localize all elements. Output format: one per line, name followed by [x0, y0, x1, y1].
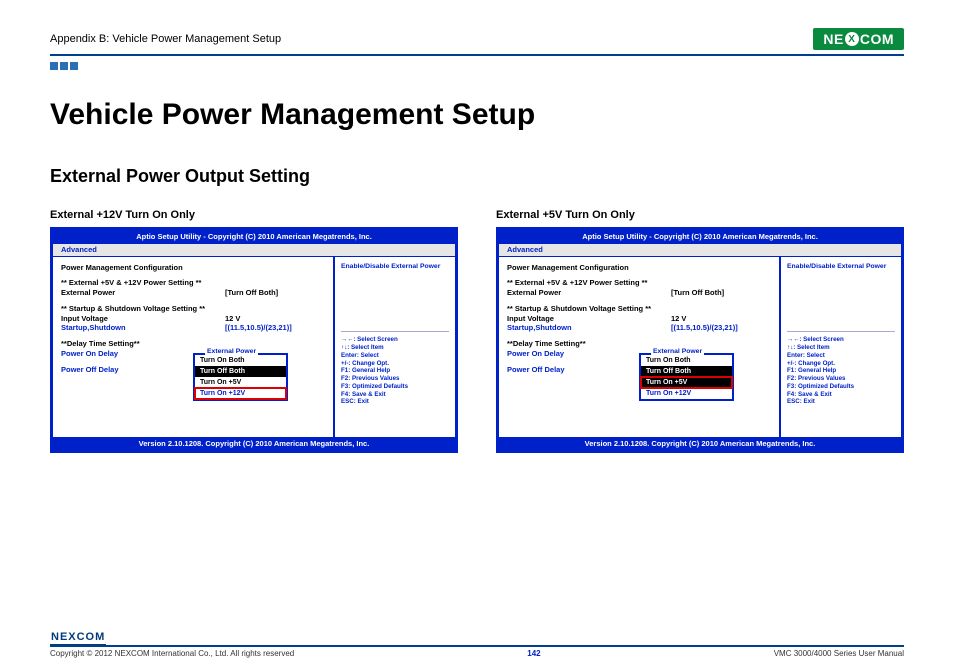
- tab-advanced[interactable]: Advanced: [59, 244, 99, 256]
- section-title: External Power Output Setting: [50, 166, 904, 187]
- panel-right-title: External +5V Turn On Only: [496, 209, 904, 221]
- popup-item-turn-on-12v[interactable]: Turn On +12V: [641, 388, 732, 399]
- input-voltage-value: 12 V: [225, 314, 325, 324]
- help-l7: F3: Optimized Defaults: [787, 383, 895, 391]
- startup-heading: ** Startup & Shutdown Voltage Setting **: [61, 304, 325, 314]
- help-l1: →←: Select Screen: [341, 336, 449, 344]
- bios-header: Aptio Setup Utility - Copyright (C) 2010…: [499, 230, 901, 244]
- startup-shutdown-value[interactable]: [(11.5,10.5)/(23,21)]: [225, 323, 325, 333]
- help-l5: F1: General Help: [787, 367, 895, 375]
- side-help-keys: →←: Select Screen ↑↓: Select Item Enter:…: [787, 331, 895, 406]
- help-l2: ↑↓: Select Item: [787, 344, 895, 352]
- ext-power-heading: ** External +5V & +12V Power Setting **: [507, 278, 771, 288]
- delay-heading: **Delay Time Setting**: [61, 339, 325, 349]
- help-l7: F3: Optimized Defaults: [341, 383, 449, 391]
- help-l1: →←: Select Screen: [787, 336, 895, 344]
- ext-power-heading: ** External +5V & +12V Power Setting **: [61, 278, 325, 288]
- tab-advanced[interactable]: Advanced: [505, 244, 545, 256]
- input-voltage-label: Input Voltage: [507, 314, 671, 324]
- external-power-popup: External Power Turn On Both Turn Off Bot…: [193, 353, 288, 401]
- bios-panel-right: Aptio Setup Utility - Copyright (C) 2010…: [496, 227, 904, 453]
- popup-title: External Power: [205, 348, 258, 357]
- popup-item-turn-on-12v[interactable]: Turn On +12V: [195, 388, 286, 399]
- footer-copyright: Copyright © 2012 NEXCOM International Co…: [50, 649, 294, 658]
- bios-tabbar: Advanced: [499, 244, 901, 257]
- page-title: Vehicle Power Management Setup: [50, 98, 904, 132]
- help-l9: ESC: Exit: [341, 398, 449, 406]
- help-l5: F1: General Help: [341, 367, 449, 375]
- ext-power-label: External Power: [61, 288, 225, 298]
- panel-left-title: External +12V Turn On Only: [50, 209, 458, 221]
- ext-power-label: External Power: [507, 288, 671, 298]
- ext-power-value[interactable]: [Turn Off Both]: [671, 288, 771, 298]
- input-voltage-value: 12 V: [671, 314, 771, 324]
- ext-power-value[interactable]: [Turn Off Both]: [225, 288, 325, 298]
- bios-panel-left: Aptio Setup Utility - Copyright (C) 2010…: [50, 227, 458, 453]
- help-l3: Enter: Select: [787, 352, 895, 360]
- help-l8: F4: Save & Exit: [787, 391, 895, 399]
- popup-title: External Power: [651, 348, 704, 357]
- bios-header: Aptio Setup Utility - Copyright (C) 2010…: [53, 230, 455, 244]
- input-voltage-label: Input Voltage: [61, 314, 225, 324]
- page-number: 142: [527, 649, 540, 658]
- help-l2: ↑↓: Select Item: [341, 344, 449, 352]
- side-help-keys: →←: Select Screen ↑↓: Select Item Enter:…: [341, 331, 449, 406]
- help-l3: Enter: Select: [341, 352, 449, 360]
- side-help-title: Enable/Disable External Power: [341, 263, 449, 272]
- startup-shutdown-value[interactable]: [(11.5,10.5)/(23,21)]: [671, 323, 771, 333]
- brand-x-icon: X: [845, 32, 859, 46]
- startup-heading: ** Startup & Shutdown Voltage Setting **: [507, 304, 771, 314]
- popup-item-turn-off-both[interactable]: Turn Off Both: [641, 366, 732, 377]
- delay-heading: **Delay Time Setting**: [507, 339, 771, 349]
- header-divider: [50, 54, 904, 56]
- external-power-popup: External Power Turn On Both Turn Off Bot…: [639, 353, 734, 401]
- help-l8: F4: Save & Exit: [341, 391, 449, 399]
- brand-post: COM: [860, 31, 894, 47]
- bios-tabbar: Advanced: [53, 244, 455, 257]
- help-l9: ESC: Exit: [787, 398, 895, 406]
- brand-logo: NE X COM: [813, 28, 904, 50]
- pm-config-heading: Power Management Configuration: [507, 263, 771, 273]
- startup-shutdown-label[interactable]: Startup,Shutdown: [61, 323, 225, 333]
- side-help-title: Enable/Disable External Power: [787, 263, 895, 272]
- appendix-label: Appendix B: Vehicle Power Management Set…: [50, 33, 281, 45]
- decor-squares: [50, 62, 904, 70]
- footer-manual: VMC 3000/4000 Series User Manual: [774, 649, 904, 658]
- help-l4: +/-: Change Opt.: [341, 360, 449, 368]
- help-l6: F2: Previous Values: [341, 375, 449, 383]
- help-l6: F2: Previous Values: [787, 375, 895, 383]
- footer-brand-logo: NEXCOM: [50, 631, 106, 645]
- popup-item-turn-on-5v[interactable]: Turn On +5V: [195, 377, 286, 388]
- bios-footer: Version 2.10.1208. Copyright (C) 2010 Am…: [499, 437, 901, 451]
- startup-shutdown-label[interactable]: Startup,Shutdown: [507, 323, 671, 333]
- pm-config-heading: Power Management Configuration: [61, 263, 325, 273]
- footer-divider: [50, 645, 904, 647]
- popup-item-turn-on-5v[interactable]: Turn On +5V: [641, 377, 732, 388]
- popup-item-turn-off-both[interactable]: Turn Off Both: [195, 366, 286, 377]
- help-l4: +/-: Change Opt.: [787, 360, 895, 368]
- bios-footer: Version 2.10.1208. Copyright (C) 2010 Am…: [53, 437, 455, 451]
- brand-pre: NE: [823, 31, 843, 47]
